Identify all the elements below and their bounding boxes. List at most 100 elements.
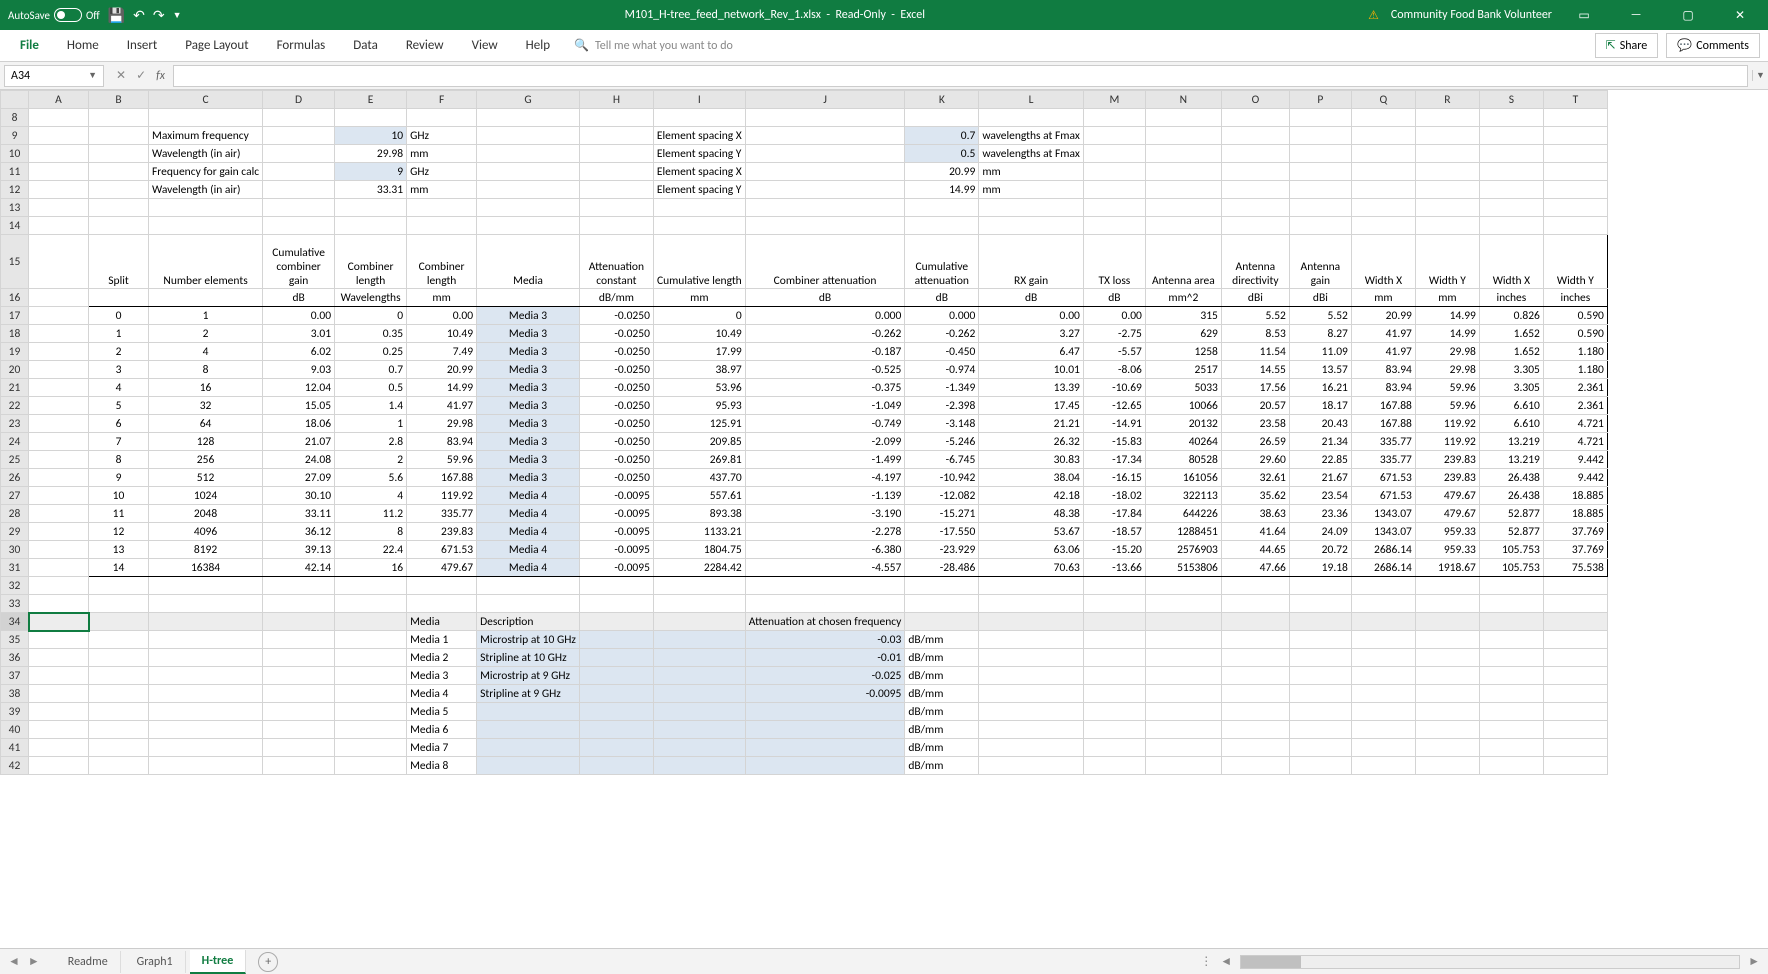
comments-button[interactable]: 💬 Comments: [1666, 33, 1760, 58]
table-header[interactable]: Split: [89, 235, 149, 289]
table-cell[interactable]: 13.219: [1479, 451, 1543, 469]
table-cell[interactable]: -15.271: [905, 505, 979, 523]
table-cell[interactable]: 10.01: [979, 361, 1084, 379]
cell-K37[interactable]: dB/mm: [905, 667, 979, 685]
table-cell[interactable]: 29.98: [1415, 361, 1479, 379]
table-cell[interactable]: -1.499: [745, 451, 905, 469]
cell-L41[interactable]: [979, 739, 1084, 757]
cell-I41[interactable]: [653, 739, 745, 757]
cell-N32[interactable]: [1145, 577, 1221, 595]
table-unit[interactable]: dB: [745, 289, 905, 307]
cell-G8[interactable]: [477, 109, 580, 127]
cell-B35[interactable]: [89, 631, 149, 649]
table-cell[interactable]: 2: [335, 451, 407, 469]
table-cell[interactable]: 3.01: [263, 325, 335, 343]
table-cell[interactable]: 41.64: [1221, 523, 1289, 541]
cell-D34[interactable]: [263, 613, 335, 631]
cell-I36[interactable]: [653, 649, 745, 667]
table-cell[interactable]: 13.219: [1479, 433, 1543, 451]
cell-F35[interactable]: Media 1: [407, 631, 477, 649]
cell-S40[interactable]: [1479, 721, 1543, 739]
param-unit2[interactable]: wavelengths at Fmax: [979, 127, 1084, 145]
table-cell[interactable]: Media 3: [477, 343, 580, 361]
cell-I39[interactable]: [653, 703, 745, 721]
table-cell[interactable]: 44.65: [1221, 541, 1289, 559]
cell-L14[interactable]: [979, 217, 1084, 235]
table-cell[interactable]: 11.54: [1221, 343, 1289, 361]
table-cell[interactable]: -0.974: [905, 361, 979, 379]
table-cell[interactable]: -18.57: [1083, 523, 1145, 541]
row-header-25[interactable]: 25: [1, 451, 29, 469]
col-header-S[interactable]: S: [1479, 91, 1543, 109]
table-cell[interactable]: 5033: [1145, 379, 1221, 397]
table-cell[interactable]: 20.57: [1221, 397, 1289, 415]
cell-K38[interactable]: dB/mm: [905, 685, 979, 703]
row-header-28[interactable]: 28: [1, 505, 29, 523]
col-header-B[interactable]: B: [89, 91, 149, 109]
table-cell[interactable]: 119.92: [1415, 415, 1479, 433]
cell-A14[interactable]: [29, 217, 89, 235]
table-cell[interactable]: 33.11: [263, 505, 335, 523]
cell-H32[interactable]: [579, 577, 653, 595]
cell-E36[interactable]: [335, 649, 407, 667]
row-header-24[interactable]: 24: [1, 433, 29, 451]
table-unit[interactable]: dB: [263, 289, 335, 307]
table-cell[interactable]: 5: [89, 397, 149, 415]
table-cell[interactable]: -12.082: [905, 487, 979, 505]
cell-D14[interactable]: [263, 217, 335, 235]
table-cell[interactable]: 17.45: [979, 397, 1084, 415]
cell-H40[interactable]: [579, 721, 653, 739]
table-cell[interactable]: 38.04: [979, 469, 1084, 487]
table-cell[interactable]: 2686.14: [1351, 541, 1415, 559]
table-cell[interactable]: 53.96: [653, 379, 745, 397]
table-cell[interactable]: -2.099: [745, 433, 905, 451]
tab-pagelayout[interactable]: Page Layout: [173, 32, 260, 59]
cell-S32[interactable]: [1479, 577, 1543, 595]
table-cell[interactable]: -4.557: [745, 559, 905, 577]
table-cell[interactable]: 0.00: [407, 307, 477, 325]
table-cell[interactable]: 125.91: [653, 415, 745, 433]
table-cell[interactable]: 4: [89, 379, 149, 397]
cell-O40[interactable]: [1221, 721, 1289, 739]
table-cell[interactable]: 105.753: [1479, 559, 1543, 577]
table-cell[interactable]: -0.0250: [579, 343, 653, 361]
cell-F42[interactable]: Media 8: [407, 757, 477, 775]
cell-K32[interactable]: [905, 577, 979, 595]
table-cell[interactable]: 26.32: [979, 433, 1084, 451]
table-cell[interactable]: -0.0250: [579, 451, 653, 469]
table-header[interactable]: Width Y: [1543, 235, 1607, 289]
table-cell[interactable]: 0.590: [1543, 307, 1607, 325]
table-cell[interactable]: 3: [89, 361, 149, 379]
table-cell[interactable]: -18.02: [1083, 487, 1145, 505]
table-cell[interactable]: -0.0250: [579, 415, 653, 433]
cell-N34[interactable]: [1145, 613, 1221, 631]
table-cell[interactable]: 1.180: [1543, 361, 1607, 379]
table-cell[interactable]: 27.09: [263, 469, 335, 487]
table-cell[interactable]: 12: [89, 523, 149, 541]
table-cell[interactable]: -0.450: [905, 343, 979, 361]
table-cell[interactable]: 20132: [1145, 415, 1221, 433]
table-cell[interactable]: 29.98: [407, 415, 477, 433]
table-cell[interactable]: Media 3: [477, 379, 580, 397]
table-cell[interactable]: 11.09: [1289, 343, 1351, 361]
table-header[interactable]: Media: [477, 235, 580, 289]
table-header[interactable]: RX gain: [979, 235, 1084, 289]
table-header[interactable]: Antenna area: [1145, 235, 1221, 289]
tab-data[interactable]: Data: [341, 32, 390, 59]
table-cell[interactable]: Media 4: [477, 541, 580, 559]
table-cell[interactable]: 0.25: [335, 343, 407, 361]
cell-S41[interactable]: [1479, 739, 1543, 757]
cell-O33[interactable]: [1221, 595, 1289, 613]
table-cell[interactable]: 48.38: [979, 505, 1084, 523]
cell-R13[interactable]: [1415, 199, 1479, 217]
table-cell[interactable]: 0.00: [263, 307, 335, 325]
cell-D42[interactable]: [263, 757, 335, 775]
table-cell[interactable]: 23.54: [1289, 487, 1351, 505]
cell-G14[interactable]: [477, 217, 580, 235]
cell-R36[interactable]: [1415, 649, 1479, 667]
table-unit[interactable]: [477, 289, 580, 307]
cell-A32[interactable]: [29, 577, 89, 595]
table-cell[interactable]: 14.99: [407, 379, 477, 397]
table-cell[interactable]: 5.6: [335, 469, 407, 487]
cell-P41[interactable]: [1289, 739, 1351, 757]
